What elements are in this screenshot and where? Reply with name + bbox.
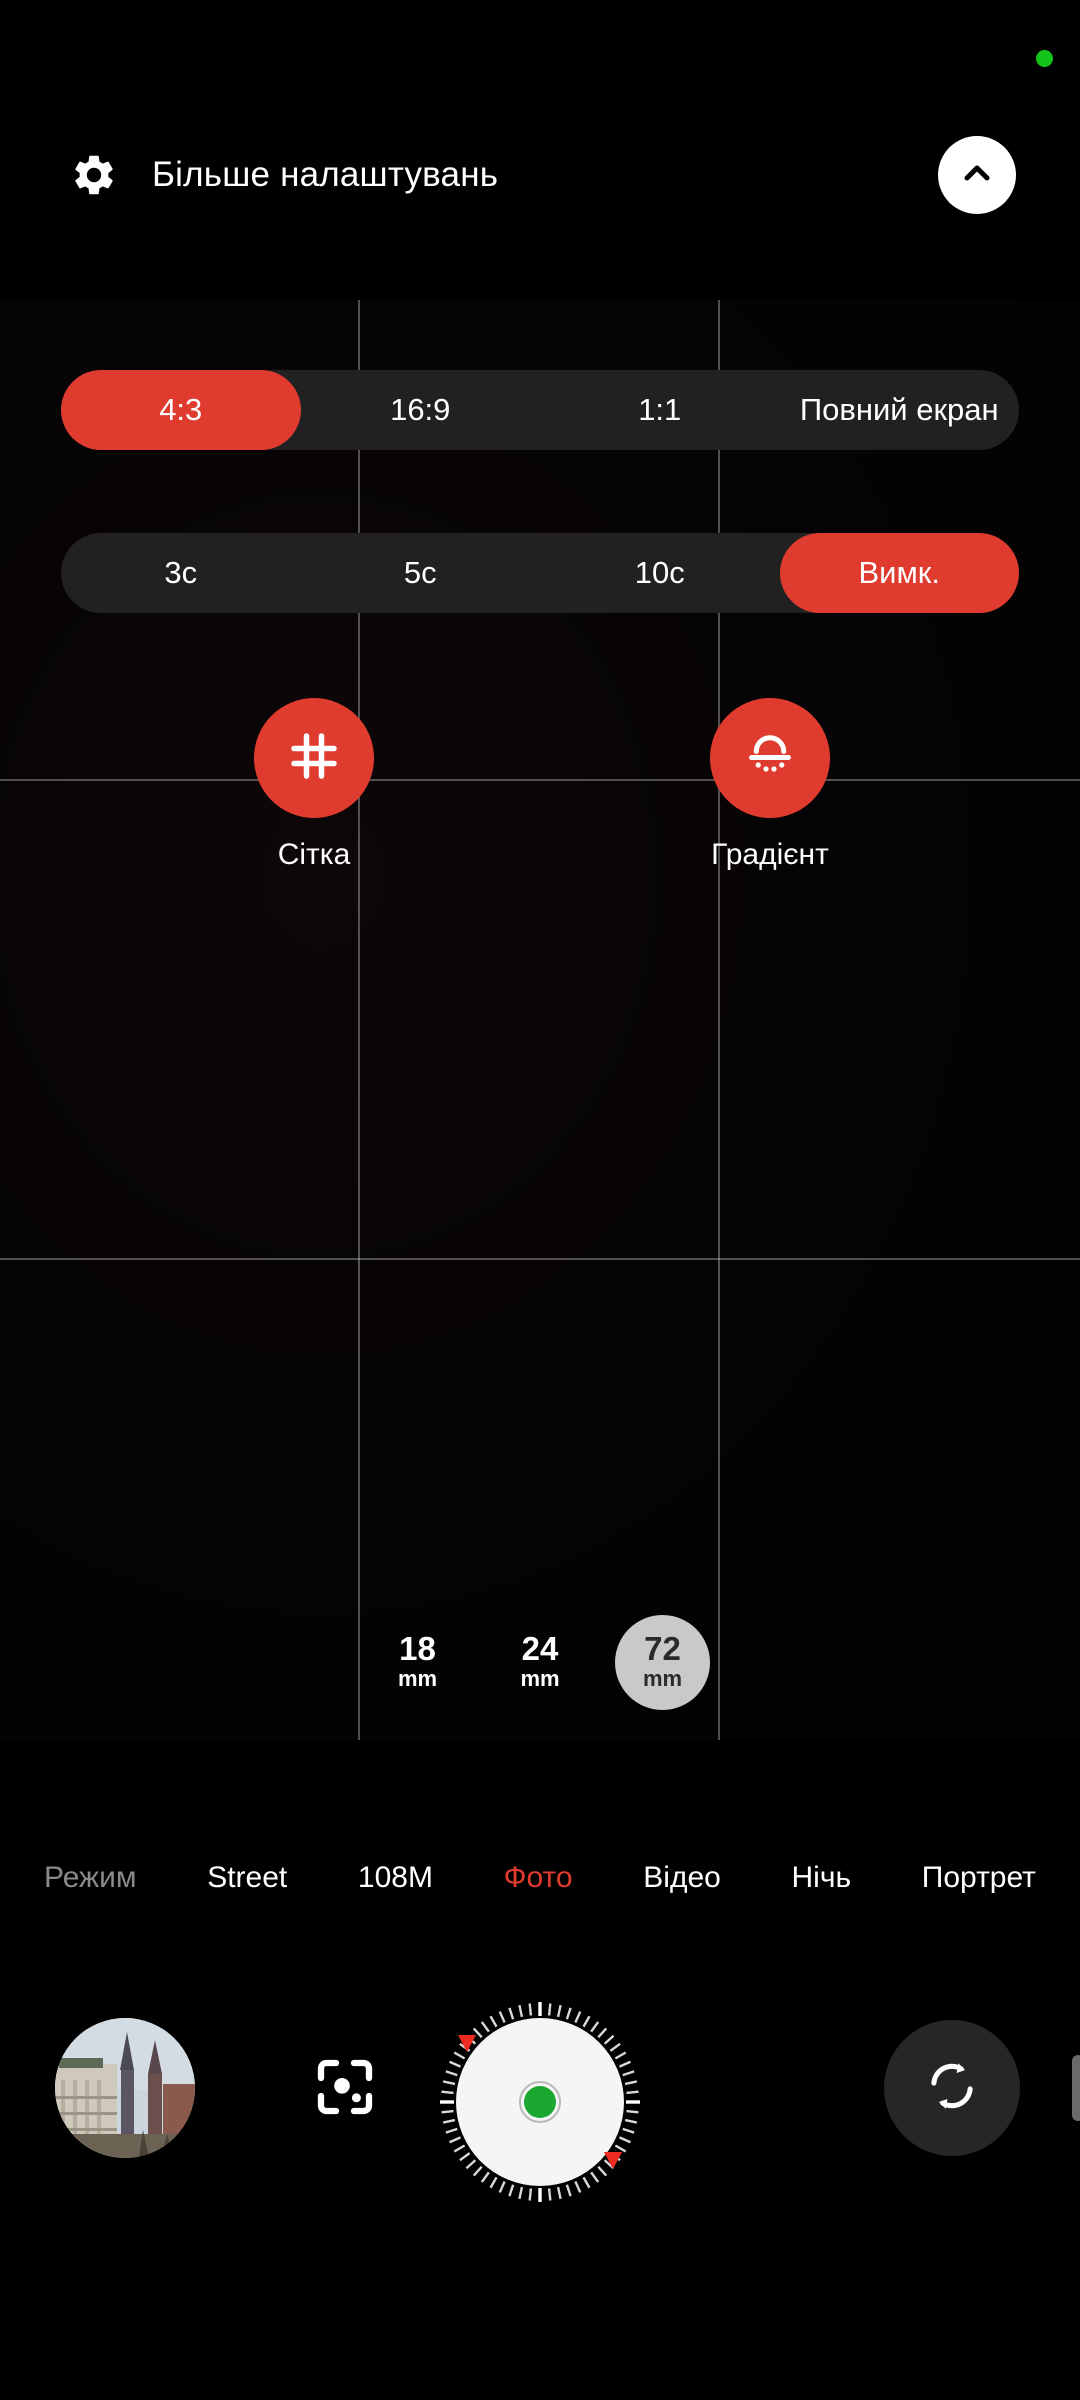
timer-option-3s[interactable]: 3с [61, 533, 301, 613]
camera-app-screen: Більше налаштувань 4:3 16:9 1:1 Повний е… [0, 0, 1080, 2400]
grid-line-horizontal-1 [0, 779, 1080, 781]
ai-scan-icon [309, 2051, 381, 2128]
shutter-button[interactable] [432, 1994, 648, 2210]
grid-icon [284, 726, 344, 791]
mode-tab-street[interactable]: Street [207, 1861, 287, 1895]
gallery-thumbnail[interactable] [55, 2018, 195, 2158]
aspect-ratio-selector[interactable]: 4:3 16:9 1:1 Повний екран [61, 370, 1019, 450]
settings-header: Більше налаштувань [0, 140, 1080, 210]
mode-tab-108m[interactable]: 108M [358, 1861, 433, 1895]
level-gradient-icon [740, 726, 800, 791]
grid-line-vertical-1 [358, 300, 360, 1740]
timer-option-5s[interactable]: 5с [301, 533, 541, 613]
aspect-ratio-option-1-1[interactable]: 1:1 [540, 370, 780, 450]
lens-72mm-number: 72 [644, 1630, 681, 1668]
lens-option-18mm[interactable]: 18 mm [370, 1615, 465, 1710]
grid-toggle-label: Сітка [277, 838, 351, 871]
grid-line-vertical-2 [718, 300, 720, 1740]
lens-24mm-number: 24 [521, 1630, 559, 1668]
chevron-up-icon [957, 153, 997, 198]
mode-tab-video[interactable]: Відео [643, 1861, 721, 1895]
switch-camera-button[interactable] [884, 2020, 1020, 2156]
grid-line-horizontal-2 [0, 1258, 1080, 1260]
aspect-ratio-option-fullscreen[interactable]: Повний екран [780, 370, 1020, 450]
privacy-indicator-dot [1036, 50, 1053, 67]
page-title: Більше налаштувань [152, 155, 499, 194]
timer-option-10s[interactable]: 10с [540, 533, 780, 613]
lens-selector[interactable]: 18 mm 24 mm 72 mm [370, 1605, 710, 1720]
aspect-ratio-option-16-9[interactable]: 16:9 [301, 370, 541, 450]
timer-option-off[interactable]: Вимк. [779, 533, 1019, 613]
mode-tab-photo[interactable]: Фото [504, 1861, 573, 1895]
edge-drag-handle[interactable] [1072, 2055, 1080, 2121]
timer-selector[interactable]: 3с 5с 10с Вимк. [61, 533, 1019, 613]
lens-72mm-unit: mm [642, 1666, 683, 1692]
mode-tab-more[interactable]: Режим [44, 1861, 137, 1895]
gradient-toggle[interactable]: Градієнт [650, 698, 890, 872]
gradient-toggle-circle[interactable] [710, 698, 830, 818]
mode-tab-portrait[interactable]: Портрет [922, 1861, 1036, 1895]
ai-scan-button[interactable] [306, 2050, 384, 2128]
lens-24mm-unit: mm [520, 1666, 560, 1692]
mode-tab-night[interactable]: Нічь [792, 1861, 852, 1895]
gear-icon [70, 151, 118, 199]
grid-toggle-circle[interactable] [254, 698, 374, 818]
grid-toggle[interactable]: Сітка [194, 698, 434, 872]
lens-18mm-unit: mm [397, 1666, 438, 1692]
collapse-panel-button[interactable] [938, 136, 1016, 214]
gradient-toggle-label: Градієнт [711, 838, 829, 871]
shutter-center-dot [524, 2086, 556, 2118]
switch-camera-icon [923, 2057, 981, 2120]
lens-option-24mm[interactable]: 24 mm [493, 1615, 588, 1710]
gallery-thumbnail-image [55, 2018, 195, 2158]
camera-mode-tabs[interactable]: Режим Street 108M Фото Відео Нічь Портре… [0, 1848, 1080, 1908]
lens-18mm-number: 18 [399, 1630, 436, 1668]
camera-viewfinder[interactable] [0, 300, 1080, 1740]
lens-option-72mm[interactable]: 72 mm [615, 1615, 710, 1710]
aspect-ratio-option-4-3[interactable]: 4:3 [61, 370, 301, 450]
